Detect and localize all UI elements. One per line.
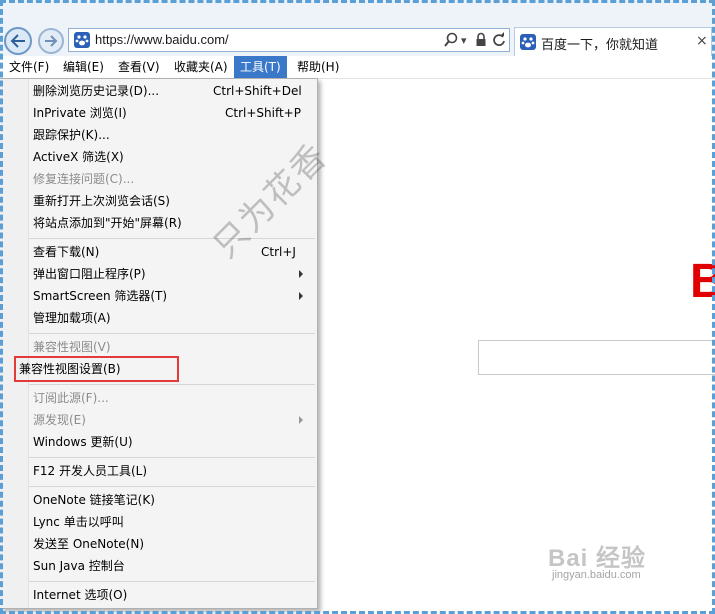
menu-item-smartscreen[interactable]: SmartScreen 筛选器(T) bbox=[33, 289, 167, 303]
tab-title: 百度一下，你就知道 bbox=[541, 38, 659, 53]
menu-favorites[interactable]: 收藏夹(A) bbox=[173, 56, 229, 78]
menu-item-popup-blocker[interactable]: 弹出窗口阻止程序(P) bbox=[33, 267, 146, 281]
menu-item-add-to-start[interactable]: 将站点添加到"开始"屏幕(R) bbox=[33, 216, 182, 230]
baidu-jingyan-watermark: Bai 经验 jingyan.baidu.com bbox=[548, 538, 647, 581]
dropdown-icon[interactable]: ▾ bbox=[461, 34, 467, 47]
baidu-paw-icon bbox=[520, 34, 536, 50]
baidu-paw-icon bbox=[74, 32, 90, 48]
menu-edit[interactable]: 编辑(E) bbox=[62, 56, 105, 78]
menu-separator bbox=[29, 384, 315, 385]
menu-item-delete-history[interactable]: 删除浏览历史记录(D)... bbox=[33, 84, 159, 98]
back-arrow-icon bbox=[10, 34, 25, 48]
menu-item-activex-filter[interactable]: ActiveX 筛选(X) bbox=[33, 150, 124, 164]
menu-item-inprivate[interactable]: InPrivate 浏览(I) bbox=[33, 106, 127, 120]
tab-baidu[interactable]: 百度一下，你就知道 × bbox=[514, 27, 712, 56]
address-bar[interactable]: https://www.baidu.com/ ▾ bbox=[68, 28, 510, 52]
forward-arrow-icon bbox=[45, 35, 58, 47]
menu-separator bbox=[29, 457, 315, 458]
watermark-site: Bai 经验 bbox=[548, 545, 647, 572]
menu-item-tracking-protection[interactable]: 跟踪保护(K)... bbox=[33, 128, 110, 142]
shortcut-delete-history: Ctrl+Shift+Del bbox=[213, 84, 302, 98]
refresh-icon[interactable] bbox=[492, 32, 506, 51]
shortcut-view-downloads: Ctrl+J bbox=[261, 245, 296, 259]
menu-item-reopen-session[interactable]: 重新打开上次浏览会话(S) bbox=[33, 194, 170, 208]
close-icon[interactable]: × bbox=[696, 33, 708, 49]
menu-item-feed-discovery: 源发现(E) bbox=[33, 413, 86, 427]
menu-item-internet-options[interactable]: Internet 选项(O) bbox=[33, 588, 127, 602]
menu-view[interactable]: 查看(V) bbox=[117, 56, 161, 78]
menu-item-f12-devtools[interactable]: F12 开发人员工具(L) bbox=[33, 464, 147, 478]
submenu-arrow-icon bbox=[299, 416, 303, 424]
menu-gutter bbox=[0, 79, 29, 608]
menu-item-manage-addons[interactable]: 管理加载项(A) bbox=[33, 311, 111, 325]
submenu-arrow-icon bbox=[299, 270, 303, 278]
back-button[interactable] bbox=[4, 27, 32, 55]
menu-item-windows-update[interactable]: Windows 更新(U) bbox=[33, 435, 133, 449]
forward-button[interactable] bbox=[38, 28, 64, 54]
menu-bar: 文件(F) 编辑(E) 查看(V) 收藏夹(A) 工具(T) 帮助(H) bbox=[0, 56, 715, 79]
menu-separator bbox=[29, 486, 315, 487]
highlight-box bbox=[14, 356, 179, 382]
menu-item-onenote-linked[interactable]: OneNote 链接笔记(K) bbox=[33, 493, 155, 507]
menu-separator bbox=[29, 581, 315, 582]
menu-item-view-downloads[interactable]: 查看下载(N) bbox=[33, 245, 99, 259]
browser-chrome: https://www.baidu.com/ ▾ 百度一下，你就知道 × bbox=[0, 0, 715, 56]
menu-separator bbox=[29, 333, 315, 334]
menu-item-send-to-onenote[interactable]: 发送至 OneNote(N) bbox=[33, 537, 144, 551]
baidu-logo-partial: B bbox=[690, 255, 715, 308]
watermark-site-url: jingyan.baidu.com bbox=[552, 569, 641, 581]
menu-item-compat-view: 兼容性视图(V) bbox=[33, 340, 111, 354]
search-input[interactable] bbox=[478, 340, 715, 375]
menu-file[interactable]: 文件(F) bbox=[8, 56, 50, 78]
shortcut-inprivate: Ctrl+Shift+P bbox=[225, 106, 301, 120]
menu-item-subscribe-feed: 订阅此源(F)... bbox=[33, 391, 109, 405]
url-text[interactable]: https://www.baidu.com/ bbox=[95, 32, 229, 47]
menu-tools[interactable]: 工具(T) bbox=[234, 56, 287, 78]
submenu-arrow-icon bbox=[299, 292, 303, 300]
menu-item-fix-connection: 修复连接问题(C)... bbox=[33, 172, 135, 186]
menu-separator bbox=[29, 238, 315, 239]
lock-icon[interactable] bbox=[475, 32, 487, 51]
menu-help[interactable]: 帮助(H) bbox=[296, 56, 340, 78]
menu-item-lync-call[interactable]: Lync 单击以呼叫 bbox=[33, 515, 124, 529]
tools-menu: 删除浏览历史记录(D)... Ctrl+Shift+Del InPrivate … bbox=[0, 78, 318, 609]
menu-item-java-console[interactable]: Sun Java 控制台 bbox=[33, 559, 125, 573]
search-icon[interactable] bbox=[443, 32, 459, 51]
